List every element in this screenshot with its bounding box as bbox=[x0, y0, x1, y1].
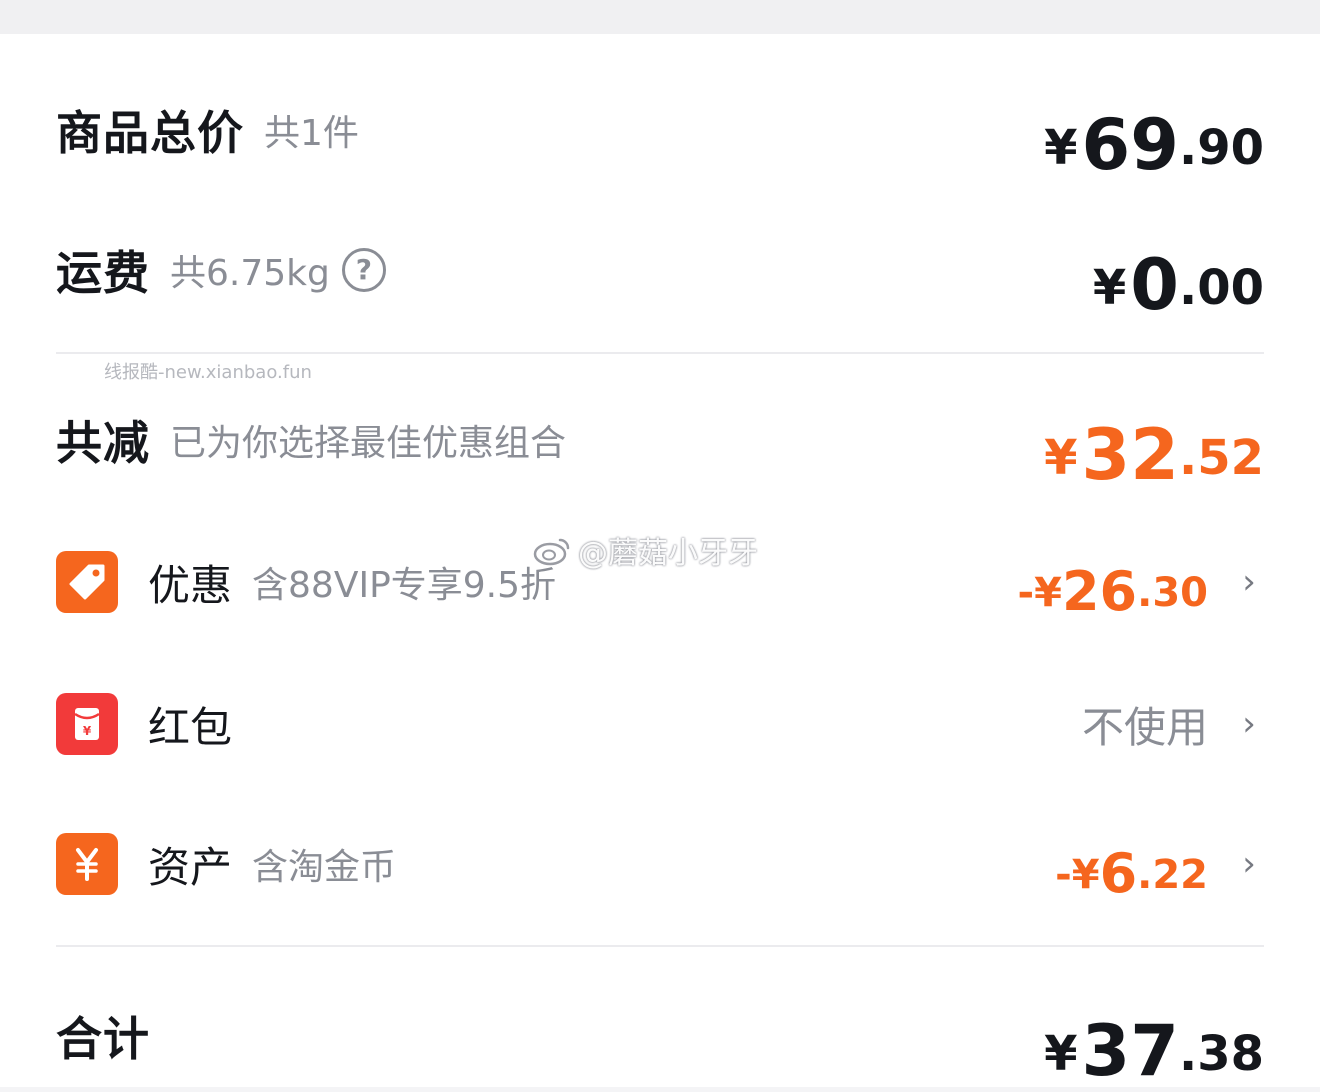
weibo-watermark: @蘑菇小牙牙 bbox=[532, 528, 758, 572]
shipping-weight: 共6.75kg bbox=[170, 253, 330, 294]
red-envelope-row[interactable]: ¥ 红包 不使用 › bbox=[56, 684, 1264, 764]
coupon-amount: -¥ 26 .30 bbox=[1017, 560, 1208, 623]
tag-icon bbox=[56, 551, 118, 613]
chevron-right-icon: › bbox=[1242, 704, 1256, 744]
red-envelope-icon: ¥ bbox=[56, 693, 118, 755]
shipping-label: 运费 bbox=[56, 246, 150, 300]
shipping-amount: ¥ 0 .00 bbox=[1092, 244, 1264, 326]
site-watermark: 线报酷-new.xianbao.fun bbox=[104, 362, 312, 383]
assets-label: 资产 bbox=[148, 842, 233, 892]
divider bbox=[56, 352, 1264, 354]
grand-total-amount: ¥ 37 .38 bbox=[1044, 1010, 1264, 1092]
goods-count: 共1件 bbox=[264, 113, 359, 154]
chevron-right-icon: › bbox=[1242, 562, 1256, 602]
weibo-handle: @蘑菇小牙牙 bbox=[578, 536, 758, 571]
question-circle-icon[interactable]: ? bbox=[341, 248, 386, 292]
discount-total-amount: ¥ 32 .52 bbox=[1044, 414, 1264, 496]
coupon-detail: 含88VIP专享9.5折 bbox=[252, 565, 557, 606]
discount-total-label: 共减 bbox=[56, 416, 150, 470]
assets-detail: 含淘金币 bbox=[252, 847, 397, 888]
chevron-right-icon: › bbox=[1242, 844, 1256, 884]
goods-total-amount: ¥ 69 .90 bbox=[1044, 104, 1264, 186]
yen-coin-icon bbox=[56, 833, 118, 895]
discount-hint: 已为你选择最佳优惠组合 bbox=[170, 423, 567, 464]
weibo-icon bbox=[533, 538, 570, 566]
shipping-row: 运费 共6.75kg ? bbox=[56, 230, 1264, 310]
coupon-label: 优惠 bbox=[148, 560, 233, 610]
goods-total-label: 商品总价 bbox=[56, 106, 244, 160]
divider bbox=[56, 945, 1264, 947]
assets-row[interactable]: 资产 含淘金币 -¥ 6 .22 › bbox=[56, 824, 1264, 904]
grand-total-label: 合计 bbox=[56, 1012, 150, 1066]
assets-amount: -¥ 6 .22 bbox=[1055, 842, 1208, 905]
top-gap bbox=[0, 0, 1320, 34]
svg-text:¥: ¥ bbox=[83, 724, 92, 738]
red-envelope-value: 不使用 bbox=[1081, 702, 1208, 752]
red-envelope-label: 红包 bbox=[148, 702, 233, 752]
